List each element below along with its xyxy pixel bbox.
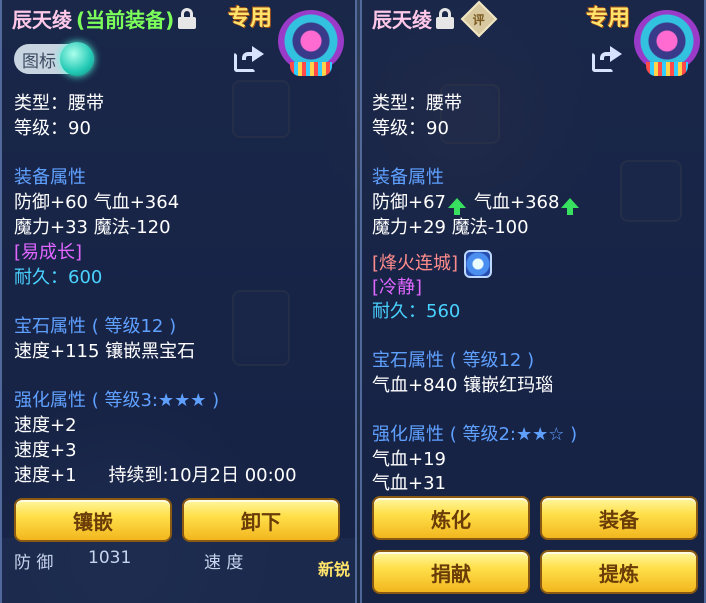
defense-value: 1031 [88, 548, 132, 568]
equip-attr-line: 防御+67 气血+368 [372, 191, 581, 215]
enhance-duration: 持续到:10月2日 00:00 [108, 465, 297, 486]
icon-toggle[interactable]: 图标 [14, 42, 94, 76]
enhance-attr-heading: 强化属性 ( 等级2:★★☆ ) [372, 424, 578, 445]
equip-attr-line: 防御+60 气血+364 [14, 192, 180, 213]
defense-attr: 防御+67 [372, 192, 446, 213]
enhance-attr-value: 速度+1 [14, 465, 77, 486]
enhance-attr-line: 速度+1 持续到:10月2日 00:00 [14, 464, 297, 488]
defense-label: 防 御 [14, 553, 54, 573]
item-type: 类型：腰带 [372, 93, 462, 114]
equip-attr-line: 魔力+29 魔法-100 [372, 217, 529, 238]
enhance-attr-line: 气血+31 [372, 473, 446, 494]
item-name: 辰天绫 [12, 8, 72, 32]
toggle-knob[interactable] [60, 42, 94, 76]
durability-value: 600 [68, 267, 103, 288]
item-name: 辰天绫 [372, 8, 432, 32]
equip-attr-heading: 装备属性 [372, 167, 444, 188]
item-title: 辰天绫 (当前装备) [12, 4, 197, 33]
hp-attr: 气血+368 [474, 192, 560, 213]
durability-label: 耐久： [14, 267, 68, 288]
current-equipment-panel: 辰天绫 (当前装备) 专用 图标 类型：腰带 等级：90 装备属性 防御+60 … [0, 0, 357, 603]
gem-attr-line: 气血+840 镶嵌红玛瑙 [372, 375, 554, 396]
item-level: 等级：90 [14, 118, 91, 139]
lock-icon[interactable] [178, 7, 197, 30]
increase-arrow-icon [448, 198, 466, 215]
special-skill: [烽火连城] [372, 253, 459, 274]
item-title: 辰天绫 评 [372, 0, 498, 37]
durability: 耐久： 600 [14, 266, 102, 290]
exclusive-label: 专用 [586, 6, 631, 31]
equip-attr-line: 魔力+33 魔法-120 [14, 217, 171, 238]
icon-toggle-label: 图标 [22, 51, 56, 72]
refine-button[interactable]: 炼化 [372, 496, 530, 540]
enhance-attr-line: 速度+3 [14, 440, 77, 461]
enhance-attr-heading: 强化属性 ( 等级3:★★★ ) [14, 390, 220, 411]
gem-attr-line: 速度+115 镶嵌黑宝石 [14, 341, 196, 362]
lock-icon[interactable] [436, 7, 454, 30]
special-effect: [冷静] [372, 277, 423, 298]
special-skill-line: [烽火连城] [372, 250, 493, 278]
gem-attr-heading: 宝石属性 ( 等级12 ) [372, 350, 535, 371]
equipped-tag: (当前装备) [76, 8, 175, 32]
equip-attr-heading: 装备属性 [14, 167, 86, 188]
item-level: 等级：90 [372, 118, 449, 139]
durability-value: 560 [426, 301, 461, 322]
skill-icon[interactable] [464, 250, 493, 278]
enhance-attr-line: 气血+19 [372, 449, 446, 470]
unequip-button[interactable]: 卸下 [182, 498, 340, 542]
belt-item-icon [278, 10, 344, 76]
rate-icon[interactable]: 评 [460, 0, 498, 37]
compare-equipment-panel: 辰天绫 评 专用 类型：腰带 等级：90 装备属性 防御+67 气血+368 魔… [360, 0, 706, 603]
durability: 耐久： 560 [372, 300, 460, 324]
speed-label: 速 度 [204, 553, 244, 573]
special-effect: [易成长] [14, 242, 83, 263]
equip-button[interactable]: 装备 [540, 496, 698, 540]
share-icon[interactable] [234, 46, 264, 72]
enhance-attr-line: 速度+2 [14, 415, 77, 436]
rate-icon-label: 评 [472, 11, 486, 26]
belt-item-icon [634, 10, 700, 76]
increase-arrow-icon [561, 198, 580, 215]
durability-label: 耐久： [372, 301, 426, 322]
exclusive-label: 专用 [228, 6, 273, 31]
item-type: 类型：腰带 [14, 93, 104, 114]
inlay-button[interactable]: 镶嵌 [14, 498, 172, 542]
share-icon[interactable] [592, 46, 622, 72]
gem-attr-heading: 宝石属性 ( 等级12 ) [14, 316, 177, 337]
stats-strip [2, 538, 355, 603]
sharp-tag: 新锐 [318, 560, 351, 579]
extract-button[interactable]: 提炼 [540, 550, 698, 594]
donate-button[interactable]: 捐献 [372, 550, 530, 594]
